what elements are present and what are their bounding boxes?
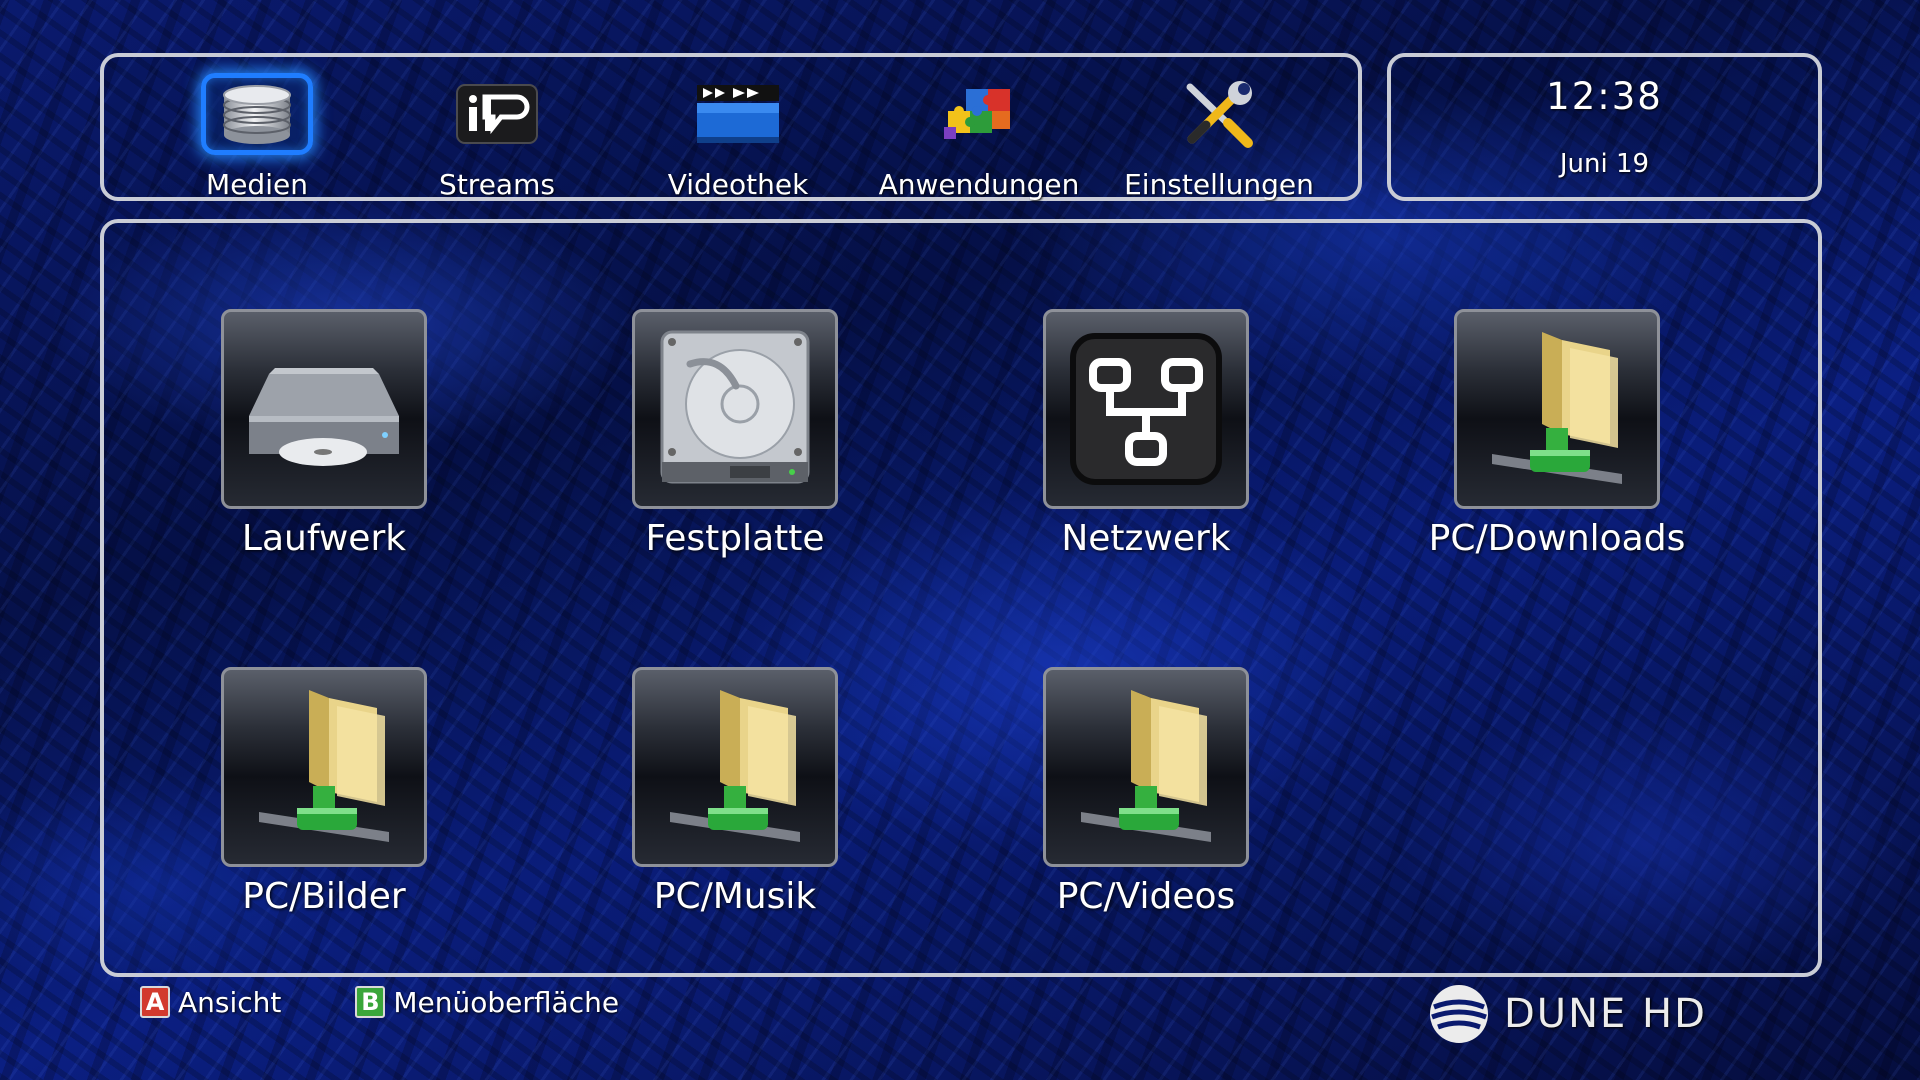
nav-item-medien[interactable]: Medien — [147, 73, 367, 201]
nav-item-streams[interactable]: Streams — [387, 73, 607, 201]
dune-hd-logo: DUNE HD — [1428, 982, 1707, 1046]
network-folder-icon — [1043, 667, 1249, 867]
tile-label: Laufwerk — [241, 518, 407, 559]
hint-label: Ansicht — [178, 985, 282, 1019]
nav-item-videothek[interactable]: Videothek — [628, 73, 848, 201]
source-tile-pc-videos[interactable]: PC/Videos — [996, 667, 1296, 927]
source-tile-pc-musik[interactable]: PC/Musik — [585, 667, 885, 927]
hint-label: Menüoberfläche — [393, 985, 620, 1019]
dune-hd-logo-icon — [1430, 985, 1488, 1043]
tile-label: Festplatte — [645, 518, 825, 559]
source-tile-pc-bilder[interactable]: PC/Bilder — [174, 667, 474, 927]
clock-date: Juni 19 — [1559, 149, 1650, 179]
clock-time: 12:38 — [1546, 75, 1663, 118]
red-a-key-icon: A — [140, 986, 170, 1018]
network-folder-icon — [1454, 309, 1660, 509]
nav-label: Anwendungen — [878, 168, 1080, 201]
hint-bar: A Ansicht B Menüoberfläche — [140, 982, 693, 1022]
clapperboard-icon — [682, 73, 794, 155]
source-tile-pc-downloads[interactable]: PC/Downloads — [1407, 309, 1707, 569]
nav-label: Videothek — [667, 168, 809, 201]
tile-label: Netzwerk — [1061, 518, 1231, 559]
optical-drive-icon — [221, 309, 427, 509]
nav-label: Streams — [439, 168, 555, 201]
clock-panel: 12:38 Juni 19 — [1387, 53, 1822, 201]
media-sources-panel: Laufwerk Festplatte Netzwerk PC/Download… — [100, 219, 1822, 977]
hint-a-ansicht[interactable]: A Ansicht — [140, 986, 281, 1019]
source-tile-laufwerk[interactable]: Laufwerk — [174, 309, 474, 569]
tile-label: PC/Downloads — [1428, 518, 1686, 559]
iptv-icon — [441, 73, 553, 155]
top-navigation-bar: Medien Streams Videothek Anwendungen Ein… — [100, 53, 1362, 201]
tools-icon — [1163, 73, 1275, 155]
nav-label: Einstellungen — [1124, 168, 1314, 201]
source-tile-festplatte[interactable]: Festplatte — [585, 309, 885, 569]
database-icon — [201, 73, 313, 155]
network-folder-icon — [221, 667, 427, 867]
tile-label: PC/Videos — [1056, 876, 1236, 917]
nav-label: Medien — [206, 168, 308, 201]
tile-label: PC/Musik — [653, 876, 817, 917]
source-tile-netzwerk[interactable]: Netzwerk — [996, 309, 1296, 569]
tile-label: PC/Bilder — [242, 876, 406, 917]
puzzle-icon — [923, 73, 1035, 155]
green-b-key-icon: B — [355, 986, 386, 1018]
nav-item-einstellungen[interactable]: Einstellungen — [1109, 73, 1329, 201]
hint-b-menueoberflaeche[interactable]: B Menüoberfläche — [355, 986, 619, 1019]
nav-item-anwendungen[interactable]: Anwendungen — [869, 73, 1089, 201]
hard-disk-icon — [632, 309, 838, 509]
network-icon — [1043, 309, 1249, 509]
network-folder-icon — [632, 667, 838, 867]
brand-text: DUNE HD — [1504, 991, 1707, 1037]
